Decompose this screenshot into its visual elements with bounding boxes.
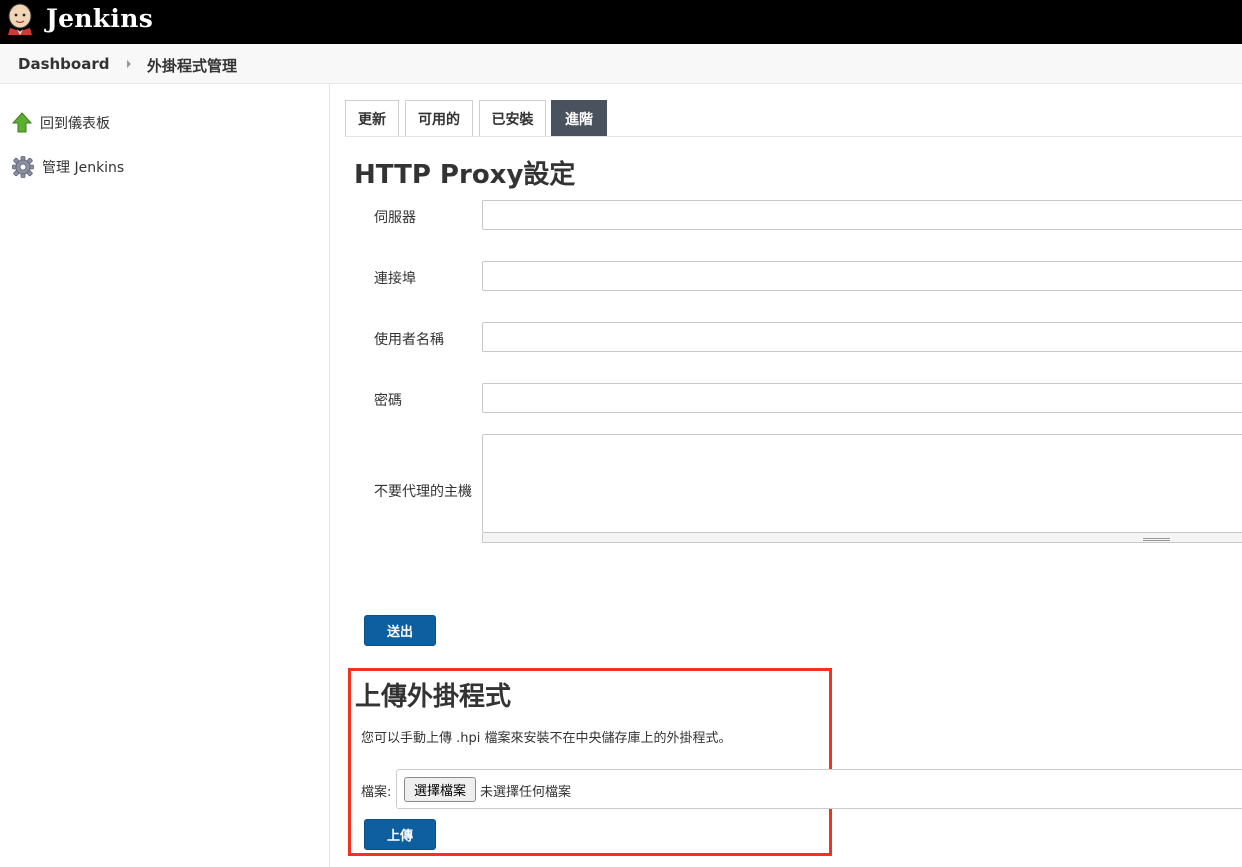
- proxy-port-input[interactable]: [482, 261, 1242, 291]
- upload-description: 您可以手動上傳 .hpi 檔案來安裝不在中央儲存庫上的外掛程式。: [361, 731, 732, 746]
- proxy-password-label: 密碼: [374, 393, 402, 409]
- breadcrumb: Dashboard 外掛程式管理: [0, 44, 1242, 84]
- sidebar: 回到儀表板 管理 Jenkins: [0, 84, 330, 867]
- proxy-server-label: 伺服器: [374, 210, 416, 226]
- proxy-server-input[interactable]: [482, 200, 1242, 230]
- sidebar-item-back-to-dashboard[interactable]: 回到儀表板: [12, 111, 110, 135]
- proxy-section-title: HTTP Proxy設定: [354, 160, 576, 190]
- chevron-right-icon[interactable]: [127, 60, 131, 68]
- tab-available[interactable]: 可用的: [405, 100, 473, 137]
- sidebar-item-manage-jenkins[interactable]: 管理 Jenkins: [12, 155, 124, 179]
- file-input[interactable]: 選擇檔案 未選擇任何檔案: [396, 769, 1242, 809]
- tab-installed[interactable]: 已安裝: [479, 100, 546, 137]
- textarea-resize-bar[interactable]: [482, 533, 1242, 543]
- proxy-username-input[interactable]: [482, 322, 1242, 352]
- sidebar-item-label: 回到儀表板: [40, 116, 110, 132]
- upload-button[interactable]: 上傳: [364, 819, 436, 850]
- breadcrumb-plugin-manager-link[interactable]: 外掛程式管理: [147, 55, 237, 76]
- tab-divider: [345, 136, 1242, 137]
- resize-grip-icon[interactable]: [1143, 538, 1170, 541]
- gear-icon: [12, 156, 34, 178]
- jenkins-logo[interactable]: Jenkins: [4, 0, 153, 36]
- tab-advanced[interactable]: 進階: [551, 100, 607, 137]
- choose-file-button[interactable]: 選擇檔案: [404, 777, 476, 802]
- breadcrumb-dashboard-link[interactable]: Dashboard: [18, 55, 109, 73]
- app-name: Jenkins: [46, 3, 154, 33]
- proxy-username-label: 使用者名稱: [374, 332, 444, 348]
- submit-button[interactable]: 送出: [364, 615, 436, 646]
- no-proxy-hosts-label: 不要代理的主機: [374, 484, 472, 500]
- proxy-port-label: 連接埠: [374, 271, 416, 287]
- upload-section-title: 上傳外掛程式: [355, 682, 512, 712]
- top-header: Jenkins: [0, 0, 1242, 44]
- sidebar-item-label: 管理 Jenkins: [42, 160, 125, 176]
- file-status-text: 未選擇任何檔案: [480, 785, 572, 800]
- no-proxy-hosts-textarea[interactable]: [482, 434, 1242, 533]
- proxy-password-input[interactable]: [482, 383, 1242, 413]
- up-arrow-icon: [12, 112, 32, 133]
- jenkins-butler-icon: [8, 3, 32, 35]
- tab-updates[interactable]: 更新: [345, 100, 399, 137]
- file-label: 檔案:: [361, 785, 392, 800]
